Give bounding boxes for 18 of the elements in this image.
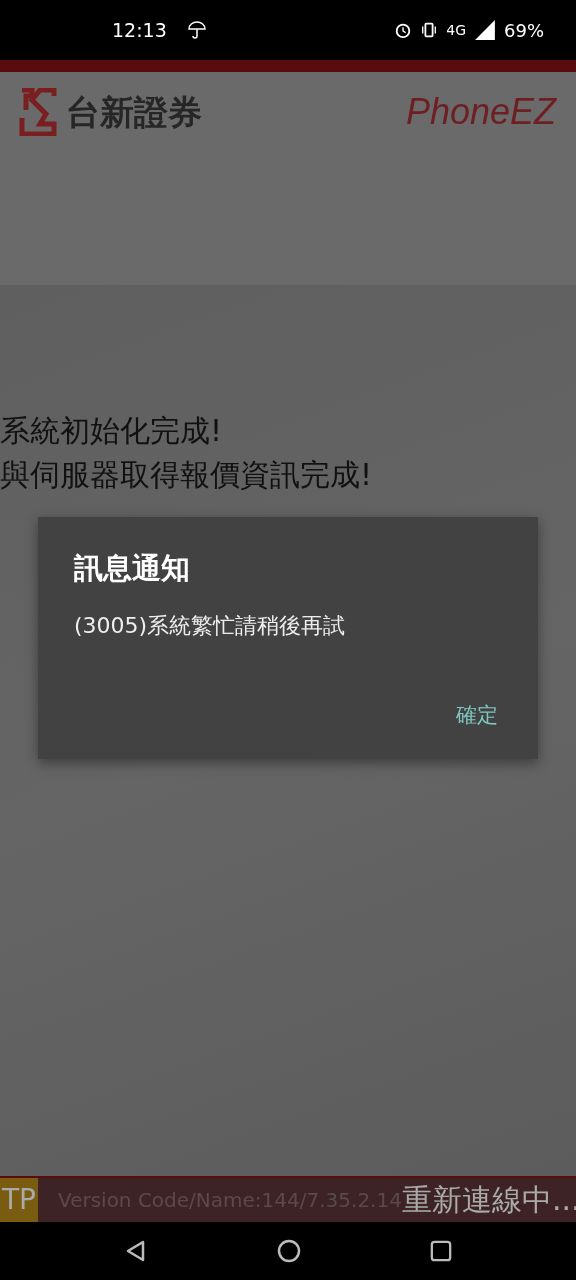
brand-name: 台新證券 (66, 91, 202, 134)
status-message: 與伺服器取得報價資訊完成! (0, 456, 374, 494)
vibrate-icon (420, 21, 439, 39)
home-icon[interactable] (277, 1239, 301, 1263)
confirm-button[interactable]: 確定 (452, 697, 502, 733)
app-name: PhoneEZ (405, 90, 556, 134)
network-type: 4G (446, 22, 466, 38)
umbrella-icon (186, 20, 207, 40)
status-time: 12:13 (112, 19, 167, 41)
alarm-icon (394, 21, 413, 39)
recents-icon[interactable] (429, 1240, 452, 1262)
battery-level: 69% (504, 19, 544, 41)
dialog-title: 訊息通知 (74, 550, 191, 587)
dialog-message: (3005)系統繁忙請稍後再試 (74, 612, 347, 640)
logo-icon (18, 88, 58, 136)
status-message: 系統初始化完成! (0, 412, 224, 450)
tp-badge: TP (0, 1178, 38, 1222)
signal-icon (474, 19, 496, 41)
